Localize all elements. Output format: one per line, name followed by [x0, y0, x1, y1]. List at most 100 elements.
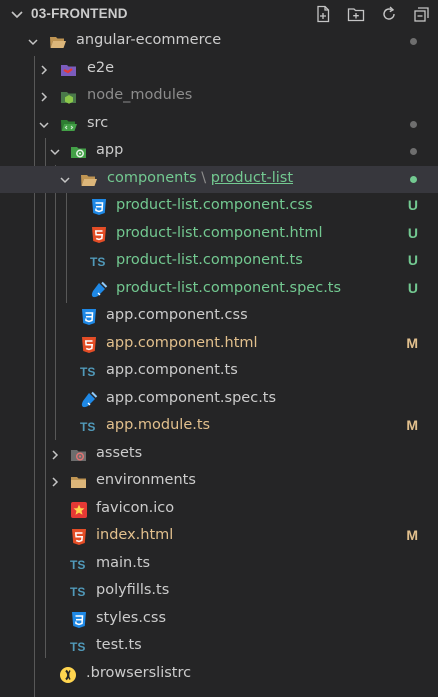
collapse-all-icon[interactable]	[412, 4, 432, 24]
tree-label: main.ts	[96, 554, 151, 571]
tree-label: product-list.component.css	[116, 197, 313, 213]
typescript-file-icon: TS	[80, 420, 96, 434]
tree-label: .browserslistrc	[86, 664, 192, 681]
chevron-right-icon	[41, 64, 48, 75]
tree-item-product-list-spec[interactable]: product-list.component.spec.ts U	[0, 276, 438, 304]
new-folder-icon[interactable]	[346, 4, 366, 24]
tree-item-components-product-list[interactable]: components \ product-list	[0, 165, 438, 193]
tree-item-e2e[interactable]: e2e	[0, 56, 438, 84]
chevron-down-icon	[39, 121, 49, 128]
typescript-file-icon: TS	[70, 640, 86, 654]
tree-label: favicon.ico	[96, 499, 175, 516]
git-status-untracked: U	[407, 197, 418, 213]
tree-label: product-list.component.spec.ts	[116, 279, 342, 296]
workspace-title[interactable]: 03-FRONTEND	[31, 6, 128, 21]
tree-label: index.html	[96, 527, 174, 543]
tree-label: app.component.css	[106, 307, 248, 323]
tree-label: product-list.component.ts	[116, 252, 303, 268]
tree-label: assets	[96, 444, 143, 461]
tree-item-app-module[interactable]: TS app.module.ts M	[0, 413, 438, 441]
favicon-star-icon	[71, 501, 87, 518]
tree-item-product-list-ts[interactable]: TS product-list.component.ts U	[0, 248, 438, 276]
chevron-down-icon	[50, 149, 60, 156]
compact-folder-separator: \	[201, 169, 207, 186]
html-file-icon	[72, 529, 86, 545]
tree-item-browserslistrc[interactable]: .browserslistrc	[0, 661, 438, 689]
status-dot	[410, 175, 417, 183]
tree-item-product-list-css[interactable]: product-list.component.css U	[0, 193, 438, 221]
tree-item-src[interactable]: src	[0, 111, 438, 139]
git-status-untracked: U	[407, 279, 418, 296]
compact-folder-segment[interactable]: product-list	[211, 170, 293, 186]
chevron-down-icon	[60, 176, 70, 183]
tree-item-assets[interactable]: assets	[0, 441, 438, 469]
css-file-icon	[72, 611, 86, 628]
css-file-icon	[92, 199, 106, 215]
git-status-modified: M	[406, 334, 418, 351]
tree-label: environments	[96, 472, 196, 488]
tree-label: e2e	[87, 59, 115, 76]
html-file-icon	[82, 336, 96, 353]
typescript-file-icon: TS	[90, 255, 106, 269]
status-dot	[410, 148, 417, 155]
src-folder-open-icon	[61, 119, 77, 131]
node-folder-icon	[61, 92, 76, 104]
chevron-right-icon	[52, 449, 59, 460]
tree-label: app	[96, 142, 124, 158]
tree-item-app-html[interactable]: app.component.html M	[0, 331, 438, 359]
e2e-folder-icon	[61, 64, 76, 76]
tree-item-polyfills[interactable]: TS polyfills.ts	[0, 578, 438, 606]
tree-item-index-html[interactable]: index.html M	[0, 523, 438, 551]
folder-open-icon	[81, 174, 97, 186]
chevron-down-icon[interactable]	[9, 7, 25, 23]
tree-label: src	[87, 114, 109, 131]
refresh-icon[interactable]	[379, 4, 399, 24]
git-status-untracked: U	[407, 252, 418, 268]
explorer-header: 03-FRONTEND	[0, 0, 438, 30]
tree-label: app.component.ts	[106, 362, 238, 378]
tree-label: components \ product-list	[107, 170, 293, 186]
compact-folder-segment[interactable]: components	[107, 170, 197, 186]
chevron-right-icon	[41, 92, 48, 102]
git-status-untracked: U	[407, 224, 418, 241]
status-dot	[410, 120, 417, 128]
file-tree: angular-ecommerce e2e node_modules src a…	[0, 28, 438, 688]
tree-label: polyfills.ts	[96, 582, 170, 598]
tree-item-test-ts[interactable]: TS test.ts	[0, 633, 438, 661]
folder-open-icon	[50, 37, 66, 48]
html-file-icon	[92, 226, 106, 243]
tree-item-styles-css[interactable]: styles.css	[0, 606, 438, 634]
chevron-down-icon	[28, 39, 38, 46]
chevron-right-icon	[52, 477, 59, 487]
app-folder-open-icon	[71, 147, 86, 158]
header-actions	[313, 4, 432, 24]
folder-icon	[71, 477, 86, 488]
tree-label: app.module.ts	[106, 417, 211, 433]
tree-item-app-css[interactable]: app.component.css	[0, 303, 438, 331]
tree-item-environments[interactable]: environments	[0, 468, 438, 496]
tree-label: angular-ecommerce	[76, 32, 222, 48]
test-flask-icon	[81, 391, 98, 407]
tree-item-app-ts[interactable]: TS app.component.ts	[0, 358, 438, 386]
tree-label: app.component.html	[106, 334, 258, 351]
git-status-modified: M	[406, 527, 418, 543]
tree-label: node_modules	[87, 87, 193, 103]
status-dot	[410, 38, 417, 45]
tree-item-node-modules[interactable]: node_modules	[0, 83, 438, 111]
assets-folder-icon	[71, 449, 86, 461]
tree-item-favicon[interactable]: favicon.ico	[0, 496, 438, 524]
tree-label: styles.css	[96, 609, 167, 626]
typescript-file-icon: TS	[70, 585, 86, 599]
tree-item-angular-ecommerce[interactable]: angular-ecommerce	[0, 28, 438, 56]
typescript-file-icon: TS	[70, 557, 86, 572]
tree-item-app[interactable]: app	[0, 138, 438, 166]
tree-label: app.component.spec.ts	[106, 389, 277, 406]
git-status-modified: M	[406, 417, 418, 433]
typescript-file-icon: TS	[80, 365, 96, 379]
new-file-icon[interactable]	[313, 4, 333, 24]
tree-item-product-list-html[interactable]: product-list.component.html U	[0, 221, 438, 249]
tree-label: product-list.component.html	[116, 224, 323, 241]
browserslist-icon	[60, 666, 76, 683]
tree-item-app-spec[interactable]: app.component.spec.ts	[0, 386, 438, 414]
tree-item-main-ts[interactable]: TS main.ts	[0, 551, 438, 579]
